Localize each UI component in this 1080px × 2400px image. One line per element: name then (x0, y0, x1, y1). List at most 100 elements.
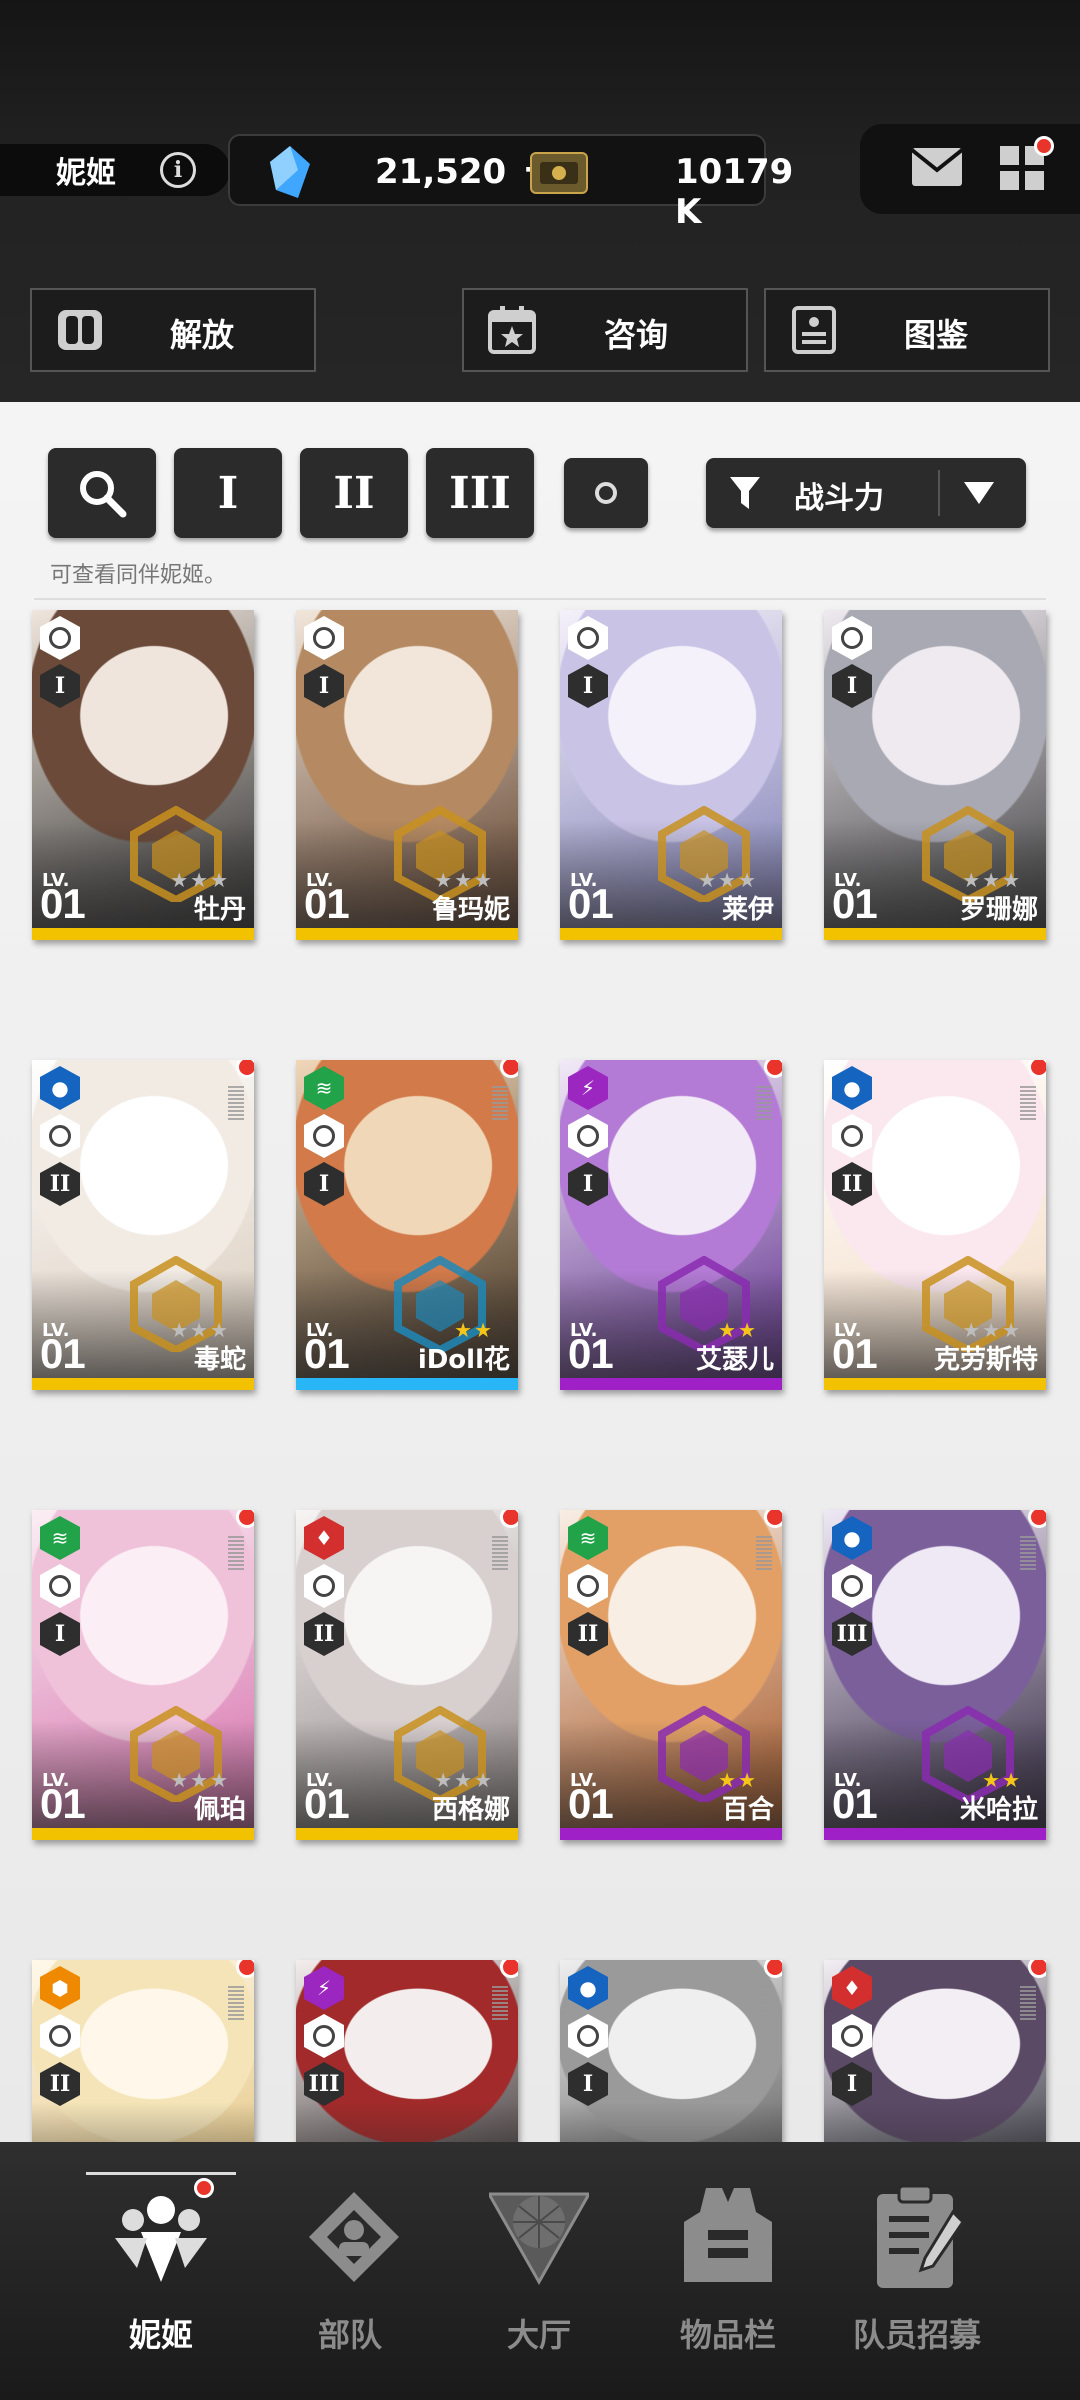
nikke-card[interactable]: ● II ★★★ LV. 01 毒蛇 (32, 1060, 254, 1390)
barcode-decoration (228, 1536, 244, 1572)
level-value: 01 (40, 1330, 86, 1377)
sort-dropdown[interactable]: 战斗力 (706, 458, 1026, 528)
release-button[interactable]: 解放 (30, 288, 316, 372)
level-value: 01 (304, 880, 350, 927)
nav-nikke-label: 妮姬 (128, 2316, 193, 2354)
credit-count: 10179 K (675, 152, 794, 232)
character-name: 牡丹 (193, 895, 246, 925)
rarity-bar (824, 1828, 1046, 1840)
nikke-card[interactable]: I ★★★ LV. 01 牡丹 (32, 610, 254, 940)
crosshair-icon (313, 1575, 335, 1597)
level-value: 01 (304, 1780, 350, 1827)
character-name: 莱伊 (721, 895, 774, 925)
crosshair-icon (49, 627, 71, 649)
chevron-down-icon (964, 482, 994, 504)
card-shade (32, 2102, 254, 2142)
calendar-star-icon (488, 306, 536, 354)
search-icon (80, 471, 127, 518)
level-value: 01 (832, 1330, 878, 1377)
level-value: 01 (568, 1330, 614, 1377)
card-shade (824, 2102, 1046, 2142)
crosshair-icon (49, 2025, 71, 2047)
nav-inventory[interactable]: 物品栏 (633, 2142, 823, 2400)
nav-lobby-label: 大厅 (506, 2316, 571, 2354)
crosshair-icon (841, 627, 863, 649)
character-name: 克劳斯特 (933, 1345, 1038, 1375)
level-value: 01 (832, 1780, 878, 1827)
level-value: 01 (40, 1780, 86, 1827)
rarity-bar (296, 1378, 518, 1390)
barcode-decoration (756, 1986, 772, 2022)
barcode-decoration (228, 1086, 244, 1122)
nav-lobby[interactable]: 大厅 (444, 2142, 634, 2400)
barcode-decoration (756, 1086, 772, 1122)
card-shade (296, 2102, 518, 2142)
crosshair-icon (841, 2025, 863, 2047)
nav-squad[interactable]: 部队 (255, 2142, 445, 2400)
currency-bar: 21,520 + 10179 K (228, 134, 793, 232)
rarity-bar (32, 1828, 254, 1840)
nikke-card[interactable]: ● III ★★ LV. 01 米哈拉 (824, 1510, 1046, 1840)
card-shade (560, 2102, 782, 2142)
rarity-bar (296, 928, 518, 940)
burst-filter-3[interactable]: III (426, 448, 534, 538)
burst-filter-2[interactable]: II (300, 448, 408, 538)
character-name: 西格娜 (431, 1795, 510, 1825)
nikke-card[interactable]: ≋ I ★★★ LV. 01 佩珀 (32, 1510, 254, 1840)
level-value: 01 (304, 1330, 350, 1377)
rarity-bar (560, 1378, 782, 1390)
barcode-decoration (1020, 1986, 1036, 2022)
nikke-card[interactable]: ≋ II ★★ LV. 01 百合 (560, 1510, 782, 1840)
nikke-card[interactable]: ≋ I ★★ LV. 01 iDoll花 (296, 1060, 518, 1390)
rarity-bar (32, 1378, 254, 1390)
nav-squad-label: 部队 (317, 2316, 382, 2354)
nikke-card[interactable]: I ★★★ LV. 01 鲁玛妮 (296, 610, 518, 940)
nikke-card[interactable]: ⚡ III (296, 1960, 518, 2142)
profile-tag[interactable]: 妮姬 i (0, 144, 230, 196)
character-name: 鲁玛妮 (431, 895, 510, 925)
gem-icon (270, 146, 310, 198)
level-value: 01 (40, 880, 86, 927)
collection-button[interactable]: 图鉴 (764, 288, 1050, 372)
character-name: iDoll花 (417, 1345, 510, 1375)
character-name: 罗珊娜 (959, 895, 1038, 925)
crosshair-icon (313, 627, 335, 649)
nikke-card[interactable]: ♦ I (824, 1960, 1046, 2142)
nikke-card[interactable]: ⚡ I ★★ LV. 01 艾瑟儿 (560, 1060, 782, 1390)
consult-label: 咨询 (604, 316, 669, 354)
mail-icon[interactable] (912, 148, 962, 186)
all-filter-button[interactable] (564, 458, 648, 528)
crosshair-icon (577, 627, 599, 649)
nikke-card[interactable]: ⬢ II (32, 1960, 254, 2142)
nav-recruit[interactable]: 队员招募 (822, 2142, 1012, 2400)
consult-button[interactable]: 咨询 (462, 288, 748, 372)
crosshair-icon (841, 1125, 863, 1147)
nikke-card[interactable]: ♦ II ★★★ LV. 01 西格娜 (296, 1510, 518, 1840)
crosshair-icon (577, 1125, 599, 1147)
barcode-decoration (1020, 1086, 1036, 1122)
book-icon (792, 306, 836, 354)
rarity-bar (824, 1378, 1046, 1390)
username-label: 妮姬 (56, 156, 116, 191)
search-button[interactable] (48, 448, 156, 538)
nikke-card[interactable]: ● II ★★★ LV. 01 克劳斯特 (824, 1060, 1046, 1390)
sort-divider (938, 470, 940, 516)
lobby-icon (489, 2192, 589, 2286)
character-name: 百合 (721, 1795, 774, 1825)
nikke-people-icon (115, 2196, 207, 2282)
squad-icon (309, 2192, 399, 2282)
burst-filter-1[interactable]: I (174, 448, 282, 538)
nikke-card[interactable]: ● I (560, 1960, 782, 2142)
rarity-bar (296, 1828, 518, 1840)
level-value: 01 (832, 880, 878, 927)
nav-recruit-label: 队员招募 (852, 2316, 981, 2354)
rarity-bar (560, 928, 782, 940)
nikke-card[interactable]: I ★★★ LV. 01 罗珊娜 (824, 610, 1046, 940)
rarity-bar (560, 1828, 782, 1840)
collection-label: 图鉴 (904, 316, 969, 354)
nikke-notification-dot (194, 2178, 214, 2198)
nikke-card[interactable]: I ★★★ LV. 01 莱伊 (560, 610, 782, 940)
nav-nikke[interactable]: 妮姬 (66, 2142, 256, 2400)
info-icon[interactable]: i (160, 152, 196, 188)
barcode-decoration (492, 1536, 508, 1572)
